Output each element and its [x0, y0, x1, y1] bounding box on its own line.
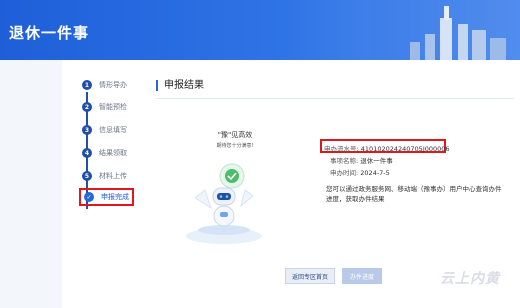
- slogan-text: "豫"见高效: [217, 131, 253, 139]
- step-sidebar: 1 情形导办 2 智能预检 3 信息填写 4 结果领取 5 材料上传 ✓ 申报完…: [62, 60, 147, 308]
- section-divider: [156, 98, 514, 99]
- section-title: 申报结果: [156, 80, 204, 91]
- field-apply-time: 申办时间: 2024-7-5: [330, 167, 390, 177]
- step-label-5: 材料上传: [99, 172, 127, 180]
- step-item-1[interactable]: 1 情形导办: [82, 78, 127, 92]
- field-serial-number: 申办流水号: 410102024240705J000006: [324, 143, 450, 153]
- watermark-logo: 云上内黄: [440, 271, 500, 287]
- step-label-4: 结果领取: [99, 149, 127, 157]
- step-number-1: 1: [82, 80, 92, 90]
- progress-button[interactable]: 办件进度: [342, 268, 382, 284]
- step-item-5[interactable]: 5 材料上传: [82, 169, 127, 183]
- result-note: 您可以通过政务服务网、移动端（豫事办）用户中心查询办件进度，获取办件结果: [326, 185, 502, 203]
- step-label-3: 信息填写: [99, 126, 127, 134]
- step-number-3: 3: [82, 125, 92, 135]
- step-label-2: 智能预检: [99, 103, 127, 111]
- step-number-2: 2: [82, 102, 92, 112]
- field-value-time: 2024-7-5: [360, 169, 390, 177]
- step-item-3[interactable]: 3 信息填写: [82, 123, 127, 137]
- field-value-item: 退休一件事: [360, 157, 393, 165]
- step-item-2[interactable]: 2 智能预检: [82, 100, 127, 114]
- field-item-name: 事项名称: 退休一件事: [330, 155, 393, 165]
- city-skyline-image: [370, 0, 520, 60]
- step-item-complete[interactable]: ✓ 申报完成: [79, 188, 134, 206]
- field-label-item: 事项名称:: [330, 157, 359, 165]
- field-value-serial: 410102024240705J000006: [360, 145, 450, 153]
- step-label-1: 情形导办: [99, 81, 127, 89]
- step-label-complete: 申报完成: [101, 193, 129, 201]
- step-item-4[interactable]: 4 结果领取: [82, 146, 127, 160]
- back-home-button[interactable]: 返回专区首页: [285, 268, 335, 284]
- page-title: 退休一件事: [9, 24, 90, 42]
- checkmark-icon: ✓: [84, 192, 94, 202]
- header-banner: 退休一件事: [0, 0, 520, 60]
- robot-mascot-illustration: [186, 163, 262, 244]
- field-label-serial: 申办流水号:: [324, 145, 359, 153]
- step-number-5: 5: [82, 171, 92, 181]
- field-label-time: 申办时间:: [330, 169, 359, 177]
- step-number-4: 4: [82, 148, 92, 158]
